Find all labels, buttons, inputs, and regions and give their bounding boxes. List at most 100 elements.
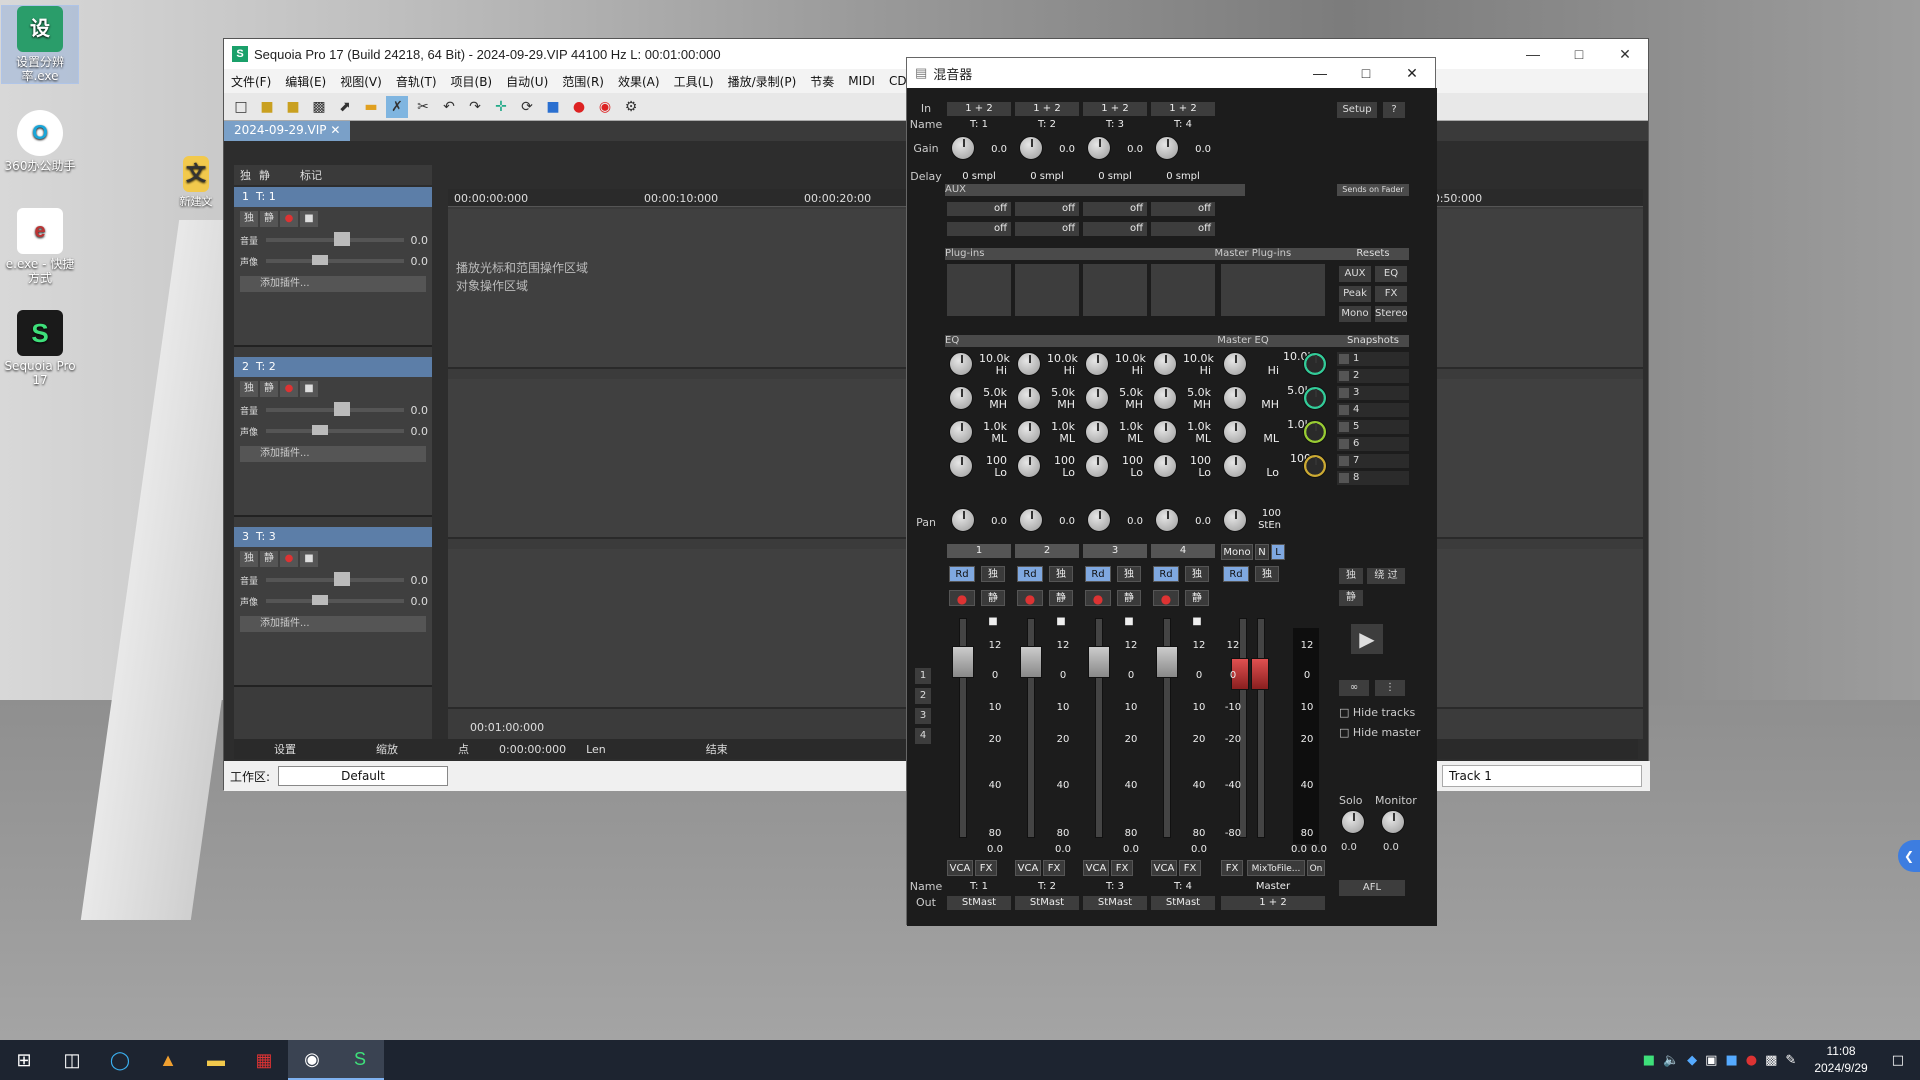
bypass-button[interactable]: 绕 过 xyxy=(1367,568,1405,584)
link-icon[interactable]: ∞ xyxy=(1339,680,1369,696)
aux-send-2[interactable]: off xyxy=(1083,222,1147,236)
menu-range[interactable]: 范围(R) xyxy=(555,73,611,90)
monitor-volume-knob[interactable] xyxy=(1381,810,1405,834)
menu-track[interactable]: 音轨(T) xyxy=(389,73,444,90)
desktop-icon-360[interactable]: O 360办公助手 xyxy=(2,110,78,173)
gain-knob[interactable] xyxy=(951,136,975,160)
desktop-icon-exe-shortcut[interactable]: e e.exe - 快捷方式 xyxy=(2,208,78,285)
add-plugin-dropdown[interactable]: 添加插件... xyxy=(240,446,426,462)
speaker-icon[interactable]: ■ xyxy=(1187,614,1207,630)
gain-knob[interactable] xyxy=(1087,136,1111,160)
speaker-icon[interactable]: ■ xyxy=(300,551,318,567)
eq-mh-knob[interactable] xyxy=(1153,386,1177,410)
snapshot-5[interactable]: 5 xyxy=(1337,420,1409,434)
master-eq-mh-knob[interactable] xyxy=(1223,386,1247,410)
speaker-icon[interactable]: ■ xyxy=(1051,614,1071,630)
track-record-icon[interactable]: ● xyxy=(280,551,298,567)
fx-button[interactable]: FX xyxy=(1179,860,1201,876)
volume-slider[interactable] xyxy=(266,232,404,246)
mix-to-file-button[interactable]: MixToFile... xyxy=(1247,860,1305,876)
setup-button[interactable]: Setup xyxy=(1337,102,1377,118)
qq-icon[interactable]: ◉ xyxy=(288,1040,336,1080)
desktop-icon-new[interactable]: 文 新建文 xyxy=(176,156,216,209)
fx-button[interactable]: FX xyxy=(1043,860,1065,876)
help-button[interactable]: ? xyxy=(1383,102,1405,118)
snapshot-4[interactable]: 4 xyxy=(1337,403,1409,417)
track-header-3[interactable]: 3 T: 3 独 静 ● ■ 音量 0.0 声像 0.0 添加插件... xyxy=(234,527,432,687)
track-solo-button[interactable]: 独 xyxy=(240,211,258,227)
eq-ml-knob[interactable] xyxy=(1085,420,1109,444)
eq-mh-knob[interactable] xyxy=(949,386,973,410)
pan-slider[interactable] xyxy=(266,255,404,265)
pen-icon[interactable]: ✎ xyxy=(1785,1053,1796,1068)
track-record-icon[interactable]: ● xyxy=(280,211,298,227)
channel-input[interactable]: 1 + 2 xyxy=(1151,102,1215,116)
snapshot-6[interactable]: 6 xyxy=(1337,437,1409,451)
channel-mute-button[interactable]: 静 xyxy=(1049,590,1073,606)
master-eq-hi-knob[interactable] xyxy=(1223,352,1247,376)
master-fader-track-r[interactable] xyxy=(1257,618,1265,838)
tray-icon-4[interactable]: ● xyxy=(1746,1053,1757,1068)
channel-solo-button[interactable]: 独 xyxy=(1185,566,1209,582)
master-solo-button[interactable]: 独 xyxy=(1255,566,1279,582)
aux-send-1[interactable]: off xyxy=(1083,202,1147,216)
record-ready-button[interactable]: Rd xyxy=(1153,566,1179,582)
master-eq-hi-gain-knob[interactable] xyxy=(1303,352,1327,376)
snapshot-3[interactable]: 3 xyxy=(1337,386,1409,400)
shield-icon[interactable]: ◆ xyxy=(1687,1053,1697,1068)
channel-mute-button[interactable]: 静 xyxy=(981,590,1005,606)
channel-solo-button[interactable]: 独 xyxy=(981,566,1005,582)
track-mute-button[interactable]: 静 xyxy=(260,211,278,227)
eq-mh-knob[interactable] xyxy=(1017,386,1041,410)
channel-mute-button[interactable]: 静 xyxy=(1185,590,1209,606)
range-tool-icon[interactable]: ▬ xyxy=(360,96,382,118)
tray-icon-3[interactable]: ■ xyxy=(1725,1053,1737,1068)
reset-peak-button[interactable]: Peak xyxy=(1339,286,1371,302)
plugin-slots[interactable] xyxy=(1015,264,1079,316)
plugin-slots[interactable] xyxy=(947,264,1011,316)
notification-icon[interactable]: □ xyxy=(1892,1053,1904,1068)
master-eq-ml-knob[interactable] xyxy=(1223,420,1247,444)
snapshot-7[interactable]: 7 xyxy=(1337,454,1409,468)
unlink-icon[interactable]: ⋮ xyxy=(1375,680,1405,696)
split-icon[interactable]: ✛ xyxy=(490,96,512,118)
master-eq-mh-gain-knob[interactable] xyxy=(1303,386,1327,410)
volume-slider[interactable] xyxy=(266,402,404,416)
aux-send-2[interactable]: off xyxy=(1015,222,1079,236)
record-ready-button[interactable]: Rd xyxy=(949,566,975,582)
pan-slider[interactable] xyxy=(266,425,404,435)
add-plugin-dropdown[interactable]: 添加插件... xyxy=(240,616,426,632)
channel-input[interactable]: 1 + 2 xyxy=(1015,102,1079,116)
record-ready-button[interactable]: Rd xyxy=(1085,566,1111,582)
stop-icon[interactable]: ■ xyxy=(542,96,564,118)
pan-knob[interactable] xyxy=(1155,508,1179,532)
eq-hi-knob[interactable] xyxy=(1085,352,1109,376)
master-eq-lo-gain-knob[interactable] xyxy=(1303,454,1327,478)
vca-button[interactable]: VCA xyxy=(1015,860,1041,876)
new-file-icon[interactable]: □ xyxy=(230,96,252,118)
track-header-2[interactable]: 2 T: 2 独 静 ● ■ 音量 0.0 声像 0.0 添加插件... xyxy=(234,357,432,517)
eq-lo-knob[interactable] xyxy=(949,454,973,478)
solo-volume-knob[interactable] xyxy=(1341,810,1365,834)
menu-edit[interactable]: 编辑(E) xyxy=(278,73,333,90)
reset-mono-button[interactable]: Mono xyxy=(1339,306,1371,322)
track-record-icon[interactable]: ● xyxy=(280,381,298,397)
channel-solo-button[interactable]: 独 xyxy=(1049,566,1073,582)
menu-tools[interactable]: 工具(L) xyxy=(667,73,721,90)
exe-app-taskbar-icon[interactable]: ▦ xyxy=(240,1040,288,1080)
menu-playback-record[interactable]: 播放/录制(P) xyxy=(721,73,804,90)
master-on-button[interactable]: On xyxy=(1307,860,1325,876)
master-output[interactable]: 1 + 2 xyxy=(1221,896,1325,910)
track-header-bar[interactable]: 3 T: 3 xyxy=(234,527,432,547)
aux-send-2[interactable]: off xyxy=(1151,222,1215,236)
track-header-1[interactable]: 1 T: 1 独 静 ● ■ 音量 0.0 声像 0.0 添加插件... xyxy=(234,187,432,347)
solo-all-button[interactable]: 独 xyxy=(240,167,251,183)
loop-icon[interactable]: ⟳ xyxy=(516,96,538,118)
edge-browser-icon[interactable]: ◯ xyxy=(96,1040,144,1080)
reset-eq-button[interactable]: EQ xyxy=(1375,266,1407,282)
eq-ml-knob[interactable] xyxy=(949,420,973,444)
gain-knob[interactable] xyxy=(1155,136,1179,160)
speaker-icon[interactable]: ■ xyxy=(300,211,318,227)
mixer-minimize-button[interactable]: — xyxy=(1297,65,1343,82)
aux-send-1[interactable]: off xyxy=(1015,202,1079,216)
